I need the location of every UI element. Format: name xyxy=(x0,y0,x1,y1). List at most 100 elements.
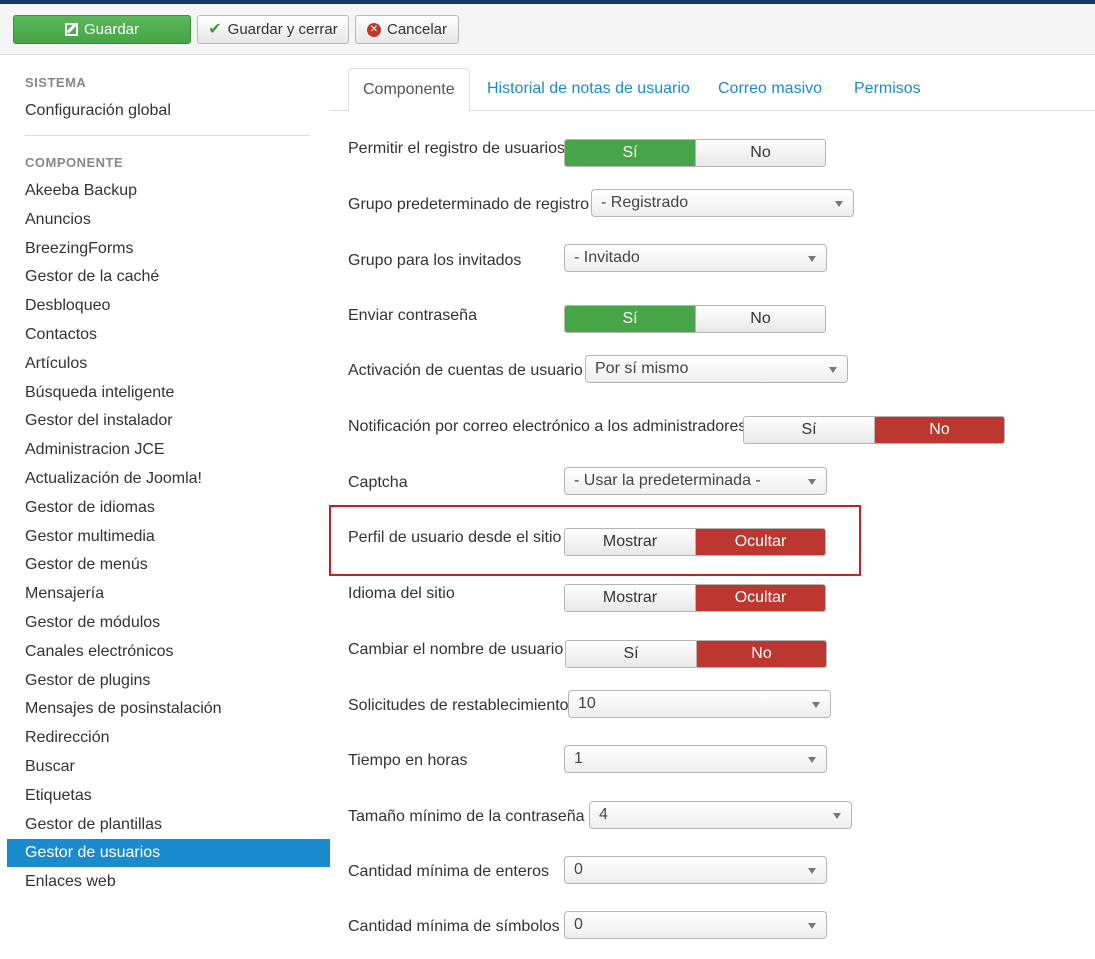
field-label: Permitir el registro de usuarios xyxy=(348,140,565,157)
sidebar-item[interactable]: Administracion JCE xyxy=(7,436,330,464)
save-button-label: Guardar xyxy=(83,21,140,38)
field-label: Idioma del sitio xyxy=(348,585,455,602)
toolbar: Guardar ✔ Guardar y cerrar ✕ Cancelar xyxy=(0,4,1095,55)
chevron-down-icon xyxy=(808,256,816,262)
select-dropdown[interactable]: Por sí mismo xyxy=(585,355,848,383)
sidebar-item[interactable]: Gestor de idiomas xyxy=(7,494,330,522)
field-label: Captcha xyxy=(348,474,408,491)
toggle-group: Sí No xyxy=(564,139,826,167)
sidebar-item[interactable]: Redirección xyxy=(7,724,330,752)
toggle-option[interactable]: No xyxy=(695,306,825,332)
field-label: Notificación por correo electrónico a lo… xyxy=(348,418,747,435)
chevron-down-icon xyxy=(808,868,816,874)
select-value: 0 xyxy=(574,916,583,933)
sidebar-item[interactable]: Enlaces web xyxy=(7,868,330,896)
select-value: - Registrado xyxy=(601,194,689,211)
chevron-down-icon xyxy=(829,367,837,373)
field-label: Grupo para los invitados xyxy=(348,252,522,269)
sidebar-item[interactable]: Gestor de usuarios xyxy=(7,839,330,868)
select-dropdown[interactable]: 0 xyxy=(564,911,827,939)
toggle-option[interactable]: No xyxy=(695,140,825,166)
toggle-option[interactable]: Ocultar xyxy=(695,585,825,611)
save-button[interactable]: Guardar xyxy=(13,15,191,44)
sidebar-item[interactable]: Actualización de Joomla! xyxy=(7,465,330,493)
sidebar-item[interactable]: Buscar xyxy=(7,753,330,781)
sidebar-item[interactable]: Gestor de la caché xyxy=(7,263,330,291)
chevron-down-icon xyxy=(808,923,816,929)
sidebar-item-global-config[interactable]: Configuración global xyxy=(7,97,330,125)
sidebar-item[interactable]: BreezingForms xyxy=(7,235,330,263)
sidebar-item[interactable]: Etiquetas xyxy=(7,782,330,810)
sidebar-item[interactable]: Mensajes de posinstalación xyxy=(7,695,330,723)
cancel-button[interactable]: ✕ Cancelar xyxy=(355,15,459,44)
field-label: Enviar contraseña xyxy=(348,307,477,324)
select-dropdown[interactable]: 4 xyxy=(589,801,852,829)
tab-bar: Componente Historial de notas de usuario… xyxy=(330,68,1095,112)
toggle-option[interactable]: No xyxy=(696,641,826,667)
field-label: Cantidad mínima de enteros xyxy=(348,863,549,880)
field-label: Cantidad mínima de símbolos xyxy=(348,918,560,935)
toggle-option[interactable]: Sí xyxy=(565,140,695,166)
save-and-close-button[interactable]: ✔ Guardar y cerrar xyxy=(197,15,349,44)
field-label: Tamaño mínimo de la contraseña xyxy=(348,808,585,825)
tab-permisos[interactable]: Permisos xyxy=(854,68,921,111)
check-icon: ✔ xyxy=(208,20,222,38)
sidebar-item[interactable]: Gestor de plugins xyxy=(7,667,330,695)
toggle-group: Sí No xyxy=(564,305,826,333)
select-dropdown[interactable]: 0 xyxy=(564,856,827,884)
select-dropdown[interactable]: - Invitado xyxy=(564,244,827,272)
field-label: Activación de cuentas de usuario xyxy=(348,362,583,379)
toggle-option[interactable]: No xyxy=(874,417,1004,443)
toggle-option[interactable]: Mostrar xyxy=(565,585,695,611)
sidebar-item[interactable]: Búsqueda inteligente xyxy=(7,379,330,407)
sidebar-item[interactable]: Desbloqueo xyxy=(7,292,330,320)
chevron-down-icon xyxy=(808,479,816,485)
toggle-group: Mostrar Ocultar xyxy=(564,584,826,612)
select-value: 1 xyxy=(574,750,583,767)
sidebar-divider xyxy=(25,135,310,136)
edit-icon xyxy=(64,23,78,36)
select-value: - Invitado xyxy=(574,249,640,266)
sidebar-item[interactable]: Contactos xyxy=(7,321,330,349)
toggle-group: Sí No xyxy=(743,416,1005,444)
select-value: 0 xyxy=(574,861,583,878)
sidebar-item[interactable]: Mensajería xyxy=(7,580,330,608)
select-value: Por sí mismo xyxy=(595,360,689,377)
chevron-down-icon xyxy=(835,201,843,207)
chevron-down-icon xyxy=(812,702,820,708)
sidebar-item[interactable]: Gestor del instalador xyxy=(7,407,330,435)
select-value: 4 xyxy=(599,806,608,823)
sidebar-heading-component: COMPONENTE xyxy=(25,155,124,170)
cancel-icon: ✕ xyxy=(366,22,381,37)
chevron-down-icon xyxy=(833,813,841,819)
toggle-option[interactable]: Sí xyxy=(565,306,695,332)
tab-componente[interactable]: Componente xyxy=(348,68,470,112)
field-label: Tiempo en horas xyxy=(348,752,468,769)
sidebar-item[interactable]: Canales electrónicos xyxy=(7,638,330,666)
sidebar-item[interactable]: Artículos xyxy=(7,350,330,378)
toggle-option[interactable]: Sí xyxy=(566,641,696,667)
chevron-down-icon xyxy=(808,757,816,763)
field-label: Grupo predeterminado de registro xyxy=(348,196,590,213)
select-dropdown[interactable]: 1 xyxy=(564,745,827,773)
select-dropdown[interactable]: 10 xyxy=(568,690,831,718)
sidebar-item[interactable]: Gestor multimedia xyxy=(7,523,330,551)
select-dropdown[interactable]: - Registrado xyxy=(591,189,854,217)
field-label: Solicitudes de restablecimiento xyxy=(348,697,569,714)
tab-historial-notas[interactable]: Historial de notas de usuario xyxy=(487,68,690,111)
sidebar-heading-system: SISTEMA xyxy=(25,75,87,90)
sidebar-item[interactable]: Gestor de plantillas xyxy=(7,811,330,839)
select-dropdown[interactable]: - Usar la predeterminada - xyxy=(564,467,827,495)
field-label: Cambiar el nombre de usuario xyxy=(348,641,564,658)
sidebar-item[interactable]: Gestor de menús xyxy=(7,551,330,579)
cancel-button-label: Cancelar xyxy=(386,21,448,38)
select-value: 10 xyxy=(578,695,596,712)
sidebar-item[interactable]: Gestor de módulos xyxy=(7,609,330,637)
toggle-option[interactable]: Sí xyxy=(744,417,874,443)
sidebar-item[interactable]: Akeeba Backup xyxy=(7,177,330,205)
save-and-close-label: Guardar y cerrar xyxy=(227,21,338,38)
select-value: - Usar la predeterminada - xyxy=(574,472,761,489)
sidebar-item[interactable]: Anuncios xyxy=(7,206,330,234)
tab-correo-masivo[interactable]: Correo masivo xyxy=(718,68,822,111)
toggle-group: Sí No xyxy=(565,640,827,668)
